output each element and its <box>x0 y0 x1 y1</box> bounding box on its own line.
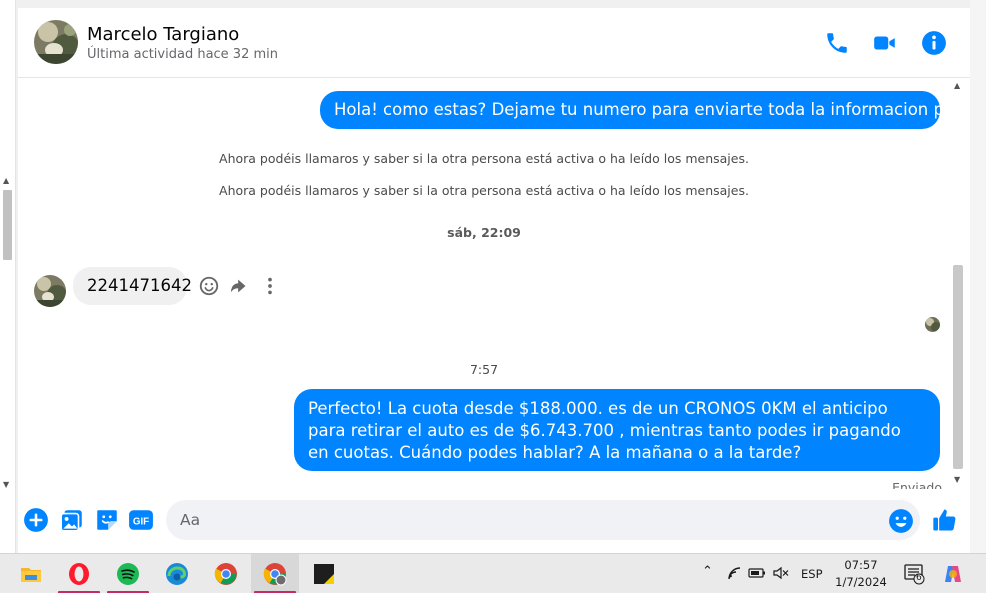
phone-icon[interactable] <box>824 30 850 56</box>
contact-status: Última actividad hace 32 min <box>87 47 279 62</box>
info-icon[interactable] <box>921 30 947 56</box>
chrome-profile-icon[interactable] <box>251 554 299 593</box>
chrome-icon[interactable] <box>202 554 250 593</box>
windows-taskbar: ⌃ ESP 07:57 1/7/2024 6 <box>0 553 986 593</box>
scroll-down-arrow-icon[interactable]: ▼ <box>954 475 960 484</box>
notification-count: 6 <box>916 573 922 583</box>
outgoing-message[interactable]: Perfecto! La cuota desde $188.000. es de… <box>294 389 940 471</box>
battery-icon[interactable] <box>748 567 766 582</box>
gif-icon[interactable]: GIF <box>128 507 154 533</box>
message-list[interactable]: Hola! como estas? Dejame tu numero para … <box>18 79 970 489</box>
chat-header: Marcelo Targiano Última actividad hace 3… <box>18 8 970 78</box>
messenger-chat-window: Marcelo Targiano Última actividad hace 3… <box>18 8 970 553</box>
clock-time: 07:57 <box>844 558 878 572</box>
clock[interactable]: 07:57 1/7/2024 <box>832 557 890 591</box>
sticky-notes-icon[interactable] <box>300 554 348 593</box>
read-receipt-avatar <box>925 317 940 332</box>
volume-muted-icon[interactable] <box>772 565 790 584</box>
screen: ▲ ▼ Marcelo Targiano Última actividad ha… <box>0 0 986 593</box>
message-composer: GIF <box>18 489 970 553</box>
sender-avatar[interactable] <box>34 275 66 307</box>
chevron-up-icon[interactable]: ⌃ <box>702 564 713 579</box>
thumbs-up-icon[interactable] <box>931 506 957 532</box>
message-timestamp: 7:57 <box>469 362 499 377</box>
image-icon[interactable] <box>59 507 85 533</box>
spotify-icon[interactable] <box>104 554 152 593</box>
message-input[interactable] <box>166 500 920 540</box>
contact-avatar[interactable] <box>34 20 78 64</box>
video-camera-icon[interactable] <box>872 30 898 56</box>
edge-icon[interactable] <box>153 554 201 593</box>
message-scrollbar[interactable]: ▲ ▼ <box>951 79 965 489</box>
message-timestamp: sáb, 22:09 <box>447 225 521 240</box>
scroll-up-arrow-icon[interactable]: ▲ <box>954 81 960 90</box>
smile-icon[interactable] <box>198 275 220 297</box>
clock-date: 1/7/2024 <box>835 575 887 589</box>
opera-icon[interactable] <box>55 554 103 593</box>
scroll-up-arrow-icon[interactable]: ▲ <box>3 176 9 185</box>
gif-label: GIF <box>133 516 149 527</box>
notifications-icon[interactable]: 6 <box>904 563 926 588</box>
contact-name[interactable]: Marcelo Targiano <box>87 24 239 45</box>
reply-icon[interactable] <box>229 275 251 297</box>
language-indicator[interactable]: ESP <box>801 567 823 581</box>
sent-status: Enviado <box>892 480 942 489</box>
plus-icon[interactable] <box>23 507 49 533</box>
incoming-message[interactable]: 2241471642 <box>73 267 192 305</box>
scrollbar-thumb[interactable] <box>953 265 963 469</box>
page-scrollbar[interactable]: ▲ ▼ <box>0 0 16 553</box>
scroll-down-arrow-icon[interactable]: ▼ <box>3 480 9 489</box>
copilot-icon[interactable] <box>942 563 964 588</box>
scrollbar-thumb[interactable] <box>3 190 12 260</box>
system-notice: Ahora podéis llamaros y saber si la otra… <box>219 183 749 198</box>
system-notice: Ahora podéis llamaros y saber si la otra… <box>219 151 749 166</box>
file-explorer-icon[interactable] <box>7 554 55 593</box>
browser-edge <box>970 0 986 553</box>
emoji-icon[interactable] <box>888 508 914 534</box>
wifi-icon[interactable] <box>727 566 743 585</box>
outgoing-message[interactable]: Hola! como estas? Dejame tu numero para … <box>320 91 970 129</box>
sticker-icon[interactable] <box>94 507 120 533</box>
more-options-icon[interactable] <box>259 275 281 297</box>
